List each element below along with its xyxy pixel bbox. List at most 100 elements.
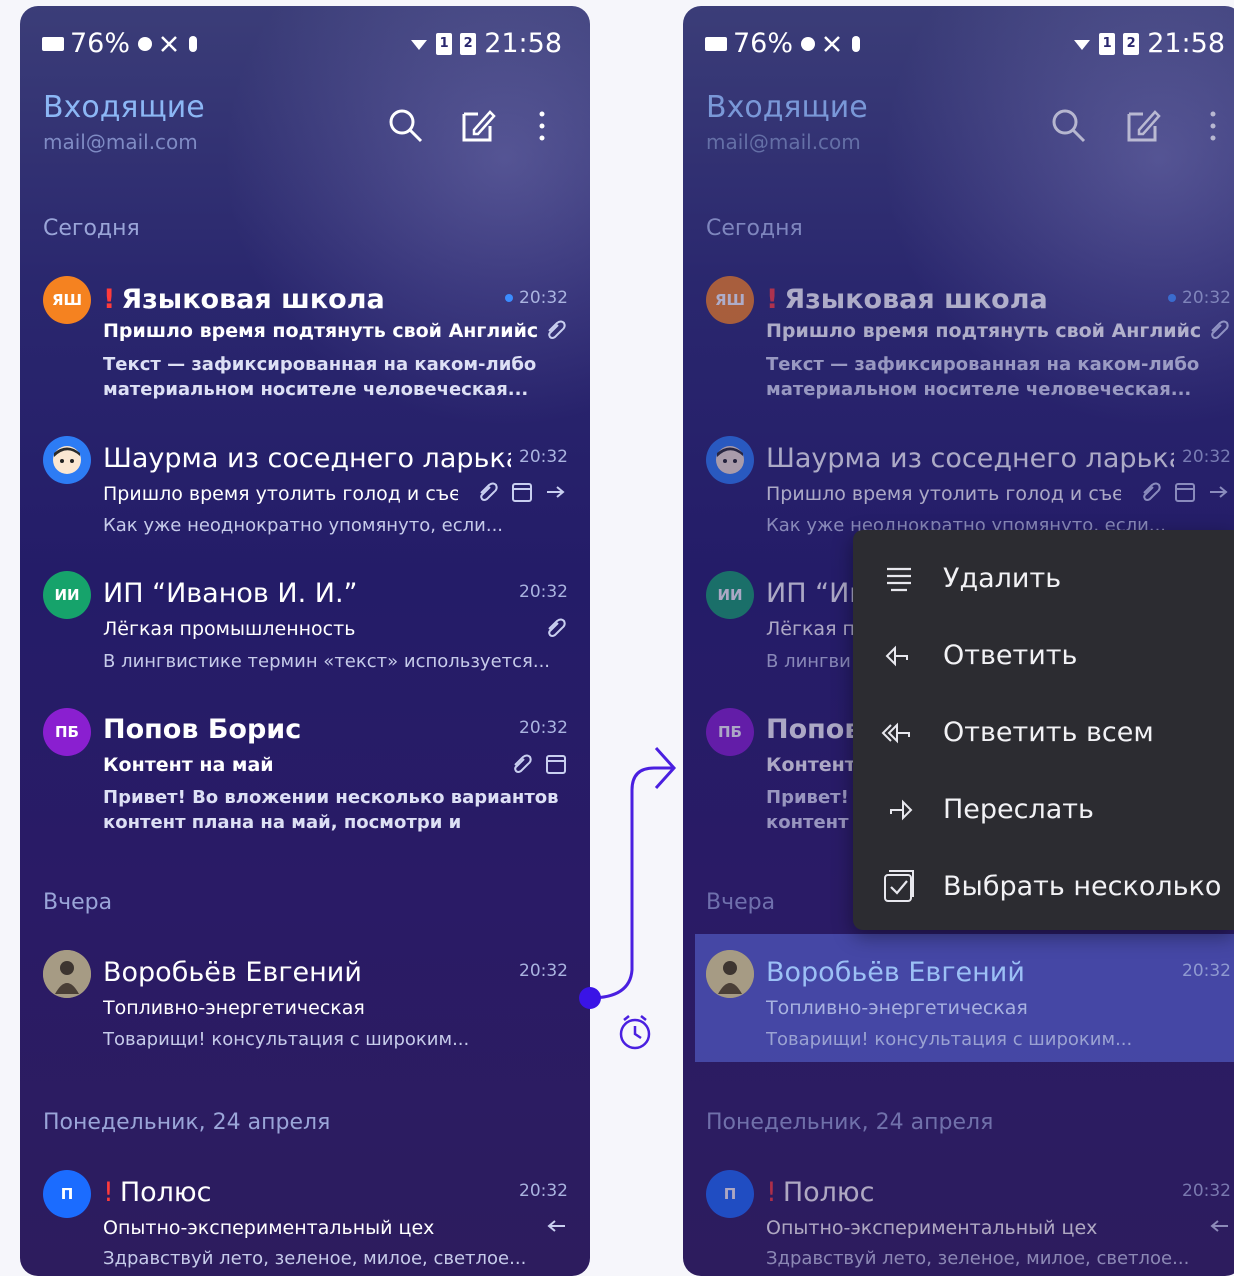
forward-small-icon [547,486,565,498]
email-preview: Привет! [766,787,849,808]
section-monday: Понедельник, 24 апреля [43,1110,331,1135]
avatar: ПБ [43,708,91,756]
notification-icon [801,36,816,51]
unread-dot-icon [1168,294,1176,302]
more-menu-icon[interactable] [1203,106,1223,146]
email-preview-line2: контент [766,812,849,833]
more-menu-icon[interactable] [532,106,552,146]
email-subject: Контент [766,754,856,776]
email-preview: Товарищи! консультация с широким... [766,1029,1133,1050]
bluetooth-icon [189,35,198,52]
important-mark: ! [766,1177,777,1208]
mute-icon [824,35,840,52]
avatar: П [706,1170,754,1218]
reply-small-icon [1210,1220,1228,1232]
email-time: 20:32 [519,718,568,738]
reply-icon [885,645,908,666]
section-today: Сегодня [706,216,803,241]
status-time: 21:58 [484,28,562,59]
reply-all-icon [881,722,910,743]
status-bar: 76% 1 2 21:58 [683,28,1234,59]
reply-small-icon [547,1220,565,1232]
context-menu: Удалить Ответить Ответить всем Переслать… [853,530,1234,930]
email-sender: Попов Борис [103,714,302,745]
search-icon[interactable] [1049,106,1089,146]
email-time: 20:32 [1182,447,1231,467]
avatar: ПБ [706,708,754,756]
compose-icon[interactable] [458,106,498,146]
email-sender: Воробьёв Евгений [766,957,1025,988]
menu-item-select-multiple[interactable]: Выбрать несколько [853,848,1234,925]
account-email: mail@mail.com [706,130,861,154]
battery-level: 76% [70,28,131,59]
cartoon-face-icon [53,446,81,474]
status-bar: 76% 1 2 21:58 [20,28,590,59]
email-subject: Пришло время утолить голод и съесть [103,483,458,505]
calendar-icon [546,755,566,774]
email-time: 20:32 [1182,1181,1231,1201]
avatar [706,436,754,484]
avatar: ЯШ [43,276,91,324]
phone-screen-inbox: 76% 1 2 21:58 Входящие mail@mail.com Сег… [20,6,590,1276]
search-icon[interactable] [386,106,426,146]
email-preview: В лингви [766,651,851,672]
email-preview: Как уже неоднократно упомянуто, если... [103,515,504,536]
battery-icon [42,36,64,51]
status-time: 21:58 [1147,28,1225,59]
menu-item-reply-all[interactable]: Ответить всем [853,694,1234,771]
photo-avatar-icon [706,950,754,998]
select-multiple-icon [884,869,914,902]
email-preview: Текст — зафиксированная на каком-либо ма… [103,354,537,400]
wifi-icon [1074,39,1091,50]
wifi-icon [411,39,428,50]
email-subject: Пришло время подтянуть свой Английский [766,320,1201,342]
email-time: 20:32 [519,961,568,981]
email-subject: Лёгкая п [766,618,855,640]
email-subject: Пришло время утолить голод и съесть [766,483,1121,505]
paperclip-icon [480,482,498,501]
avatar: ЯШ [706,276,754,324]
photo-avatar-icon [43,950,91,998]
email-time: 20:32 [519,288,568,308]
unread-dot-icon [505,294,513,302]
cartoon-face-icon [716,446,744,474]
email-subject: Лёгкая промышленность [103,618,356,640]
email-preview: Привет! Во вложении несколько вариантов … [103,787,559,833]
email-sender: Полюс [782,1177,875,1208]
section-yesterday: Вчера [43,890,113,915]
avatar [43,436,91,484]
avatar: ИИ [706,571,754,619]
section-today: Сегодня [43,216,140,241]
menu-item-reply[interactable]: Ответить [853,617,1234,694]
sim1-icon: 1 [436,32,453,55]
email-sender: ИП “Ив [766,578,866,609]
email-subject: Опытно-экспериментальный цех [766,1217,1098,1239]
important-mark: ! [766,284,779,315]
battery-level: 76% [733,28,794,59]
email-preview: Здравствуй лето, зеленое, милое, светлое… [766,1248,1190,1269]
email-sender: Языковая школа [121,284,385,315]
menu-label: Ответить [943,640,1078,671]
paperclip-icon [1211,320,1229,339]
email-sender: Попов [766,714,862,745]
email-time: 20:32 [1182,961,1231,981]
menu-item-delete[interactable]: Удалить [853,540,1234,617]
email-time: 20:32 [519,1181,568,1201]
email-subject: Топливно-энергетическая [766,997,1028,1019]
email-subject: Опытно-экспериментальный цех [103,1217,435,1239]
avatar: ИИ [43,571,91,619]
email-sender: Полюс [119,1177,212,1208]
email-subject: Топливно-энергетическая [103,997,365,1019]
page-title: Входящие [43,90,205,125]
menu-item-forward[interactable]: Переслать [853,771,1234,848]
sim2-icon: 2 [460,32,477,55]
delete-lines-icon [887,567,911,591]
forward-icon [890,799,913,820]
menu-label: Переслать [943,794,1094,825]
account-email: mail@mail.com [43,130,198,154]
paperclip-icon [548,320,566,339]
section-yesterday: Вчера [706,890,776,915]
compose-icon[interactable] [1123,106,1163,146]
email-subject: Пришло время подтянуть свой Английский [103,320,538,342]
email-sender: Шаурма из соседнего ларька у [103,443,511,474]
